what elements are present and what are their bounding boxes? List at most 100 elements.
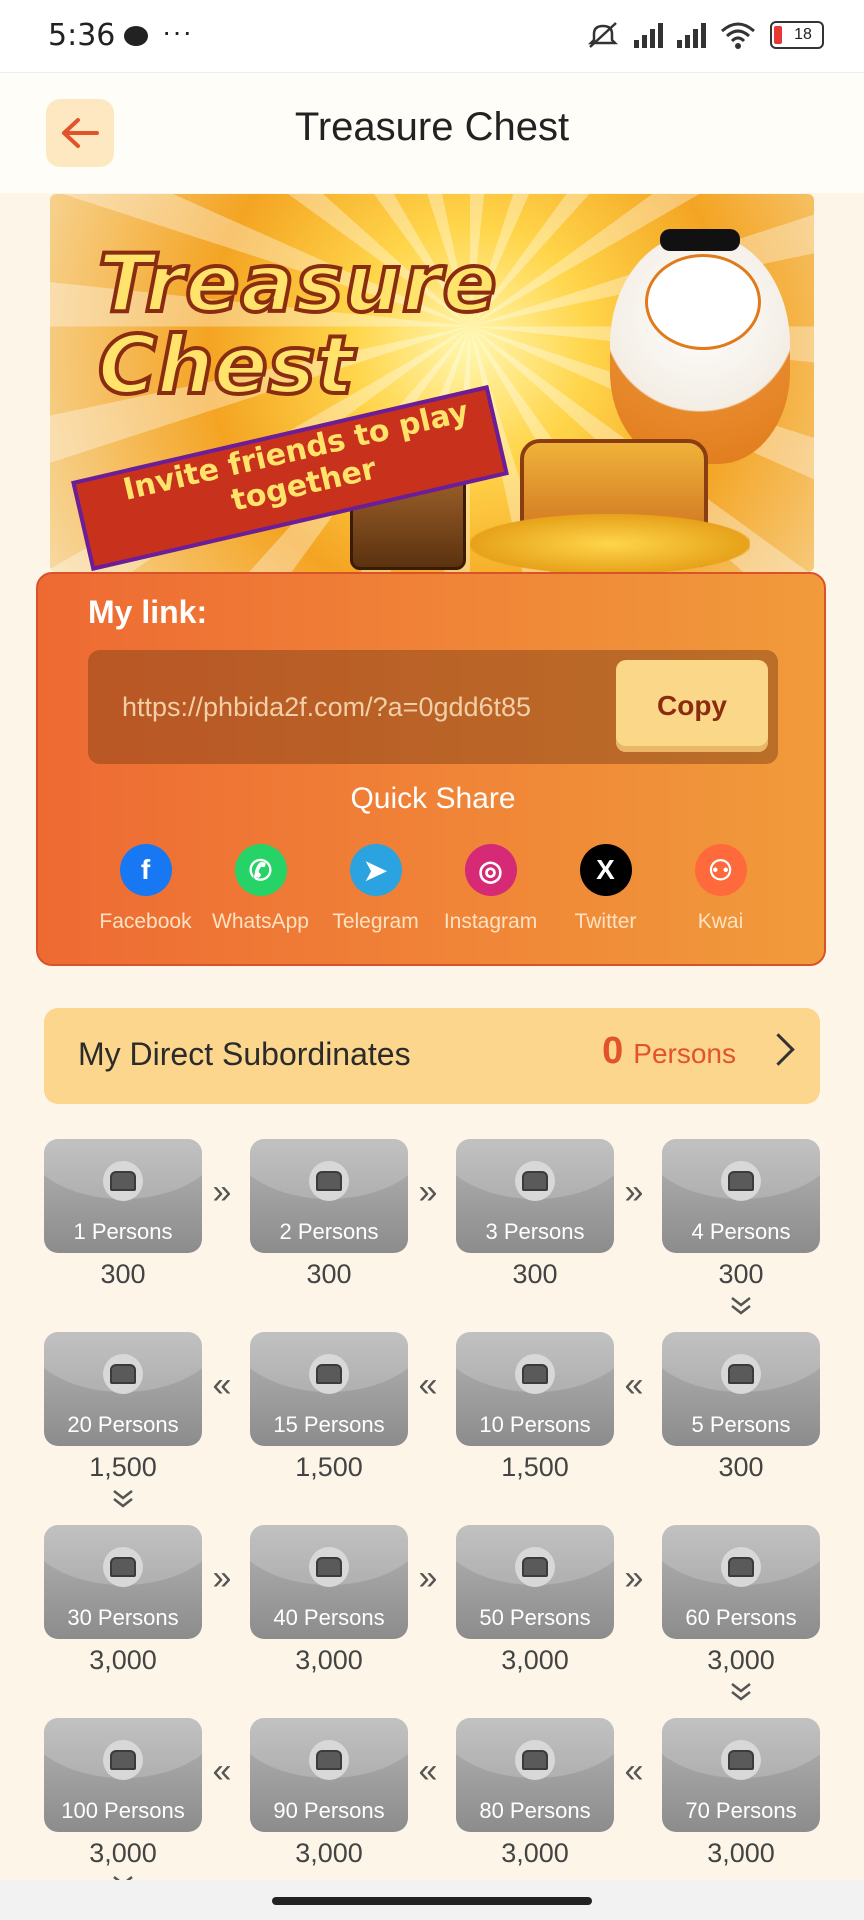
chest-icon — [515, 1161, 555, 1201]
invite-link-url: https://phbida2f.com/?a=0gdd6t85 — [122, 692, 532, 722]
quick-share-label: Quick Share — [350, 782, 516, 815]
reward-chest-tile[interactable]: 100 Persons — [44, 1718, 202, 1832]
chest-icon — [515, 1740, 555, 1780]
status-time: 5:36 — [48, 18, 116, 53]
double-chevron-left-icon: « — [624, 1752, 644, 1790]
double-chevron-left-icon: « — [212, 1752, 232, 1790]
chest-icon — [309, 1547, 349, 1587]
reward-chest-tile[interactable]: 40 Persons — [250, 1525, 408, 1639]
reward-amount: 3,000 — [707, 1645, 775, 1675]
double-chevron-left-icon: « — [418, 1752, 438, 1790]
subordinates-count: 0 Persons — [602, 1030, 736, 1073]
share-telegram-button[interactable]: ➤ Telegram — [318, 844, 433, 934]
double-chevron-right-icon: » — [418, 1559, 438, 1597]
share-whatsapp-button[interactable]: ✆ WhatsApp — [203, 844, 318, 934]
share-facebook-button[interactable]: f Facebook — [88, 844, 203, 934]
reward-chest-tile[interactable]: 80 Persons — [456, 1718, 614, 1832]
status-bar: 5:36 ··· 18 — [0, 0, 864, 72]
double-chevron-right-icon: » — [212, 1559, 232, 1597]
chest-icon — [309, 1354, 349, 1394]
app-header: Treasure Chest — [0, 72, 864, 193]
promo-banner: Treasure Chest Invite friends to play to… — [50, 194, 814, 572]
chest-icon — [103, 1161, 143, 1201]
direct-subordinates-row[interactable]: My Direct Subordinates 0 Persons — [44, 1008, 820, 1104]
reward-chest-tile[interactable]: 15 Persons — [250, 1332, 408, 1446]
reward-chest-tile[interactable]: 1 Persons — [44, 1139, 202, 1253]
reward-persons-label: 5 Persons — [691, 1412, 791, 1437]
battery-level: 18 — [794, 26, 812, 43]
home-indicator[interactable] — [272, 1897, 592, 1905]
reward-persons-label: 50 Persons — [479, 1605, 591, 1630]
reward-chest-tile[interactable]: 30 Persons — [44, 1525, 202, 1639]
reward-amount: 3,000 — [295, 1645, 363, 1675]
reward-chest-tile[interactable]: 90 Persons — [250, 1718, 408, 1832]
my-link-label: My link: — [88, 594, 208, 630]
signal-2-icon — [677, 22, 706, 48]
reward-chest-tile[interactable]: 2 Persons — [250, 1139, 408, 1253]
share-label: Instagram — [443, 910, 538, 933]
reward-chest-tile[interactable]: 5 Persons — [662, 1332, 820, 1446]
page-title: Treasure Chest — [294, 105, 570, 149]
battery-icon: 18 — [770, 21, 824, 49]
chevron-right-icon — [762, 1033, 795, 1066]
reward-amount: 1,500 — [501, 1452, 569, 1482]
double-chevron-left-icon: « — [212, 1366, 232, 1404]
double-chevron-left-icon: « — [624, 1366, 644, 1404]
reward-persons-label: 2 Persons — [279, 1219, 379, 1244]
telegram-icon: ➤ — [349, 844, 402, 896]
share-label: Kwai — [697, 910, 744, 933]
reward-amount: 3,000 — [89, 1838, 157, 1868]
reward-amount: 300 — [718, 1259, 764, 1289]
reward-amount: 1,500 — [295, 1452, 363, 1482]
share-kwai-button[interactable]: ⚇ Kwai — [663, 844, 778, 934]
kwai-icon: ⚇ — [694, 844, 747, 896]
share-twitter-button[interactable]: X Twitter — [548, 844, 663, 934]
reward-chest-tile[interactable]: 50 Persons — [456, 1525, 614, 1639]
mute-icon — [587, 22, 619, 48]
reward-chest-tile[interactable]: 60 Persons — [662, 1525, 820, 1639]
banner-title-line2: Chest — [96, 319, 356, 412]
chest-icon — [103, 1740, 143, 1780]
reward-persons-label: 15 Persons — [273, 1412, 385, 1437]
reward-persons-label: 80 Persons — [479, 1798, 591, 1823]
share-options: f Facebook ✆ WhatsApp ➤ Telegram ◎ Instagram X Tw… — [88, 844, 778, 934]
reward-amount: 300 — [306, 1259, 352, 1289]
share-label: WhatsApp — [212, 910, 309, 933]
subordinates-count-unit: Persons — [633, 1038, 736, 1069]
double-chevron-right-icon: » — [624, 1173, 644, 1211]
message-icon — [124, 26, 148, 46]
reward-persons-label: 4 Persons — [691, 1219, 791, 1244]
reward-chest-tile[interactable]: 4 Persons — [662, 1139, 820, 1253]
x-icon: X — [579, 844, 632, 896]
whatsapp-icon: ✆ — [234, 844, 287, 896]
share-label: Facebook — [99, 910, 192, 933]
direct-subordinates-label: My Direct Subordinates — [78, 1036, 411, 1072]
instagram-icon: ◎ — [464, 844, 517, 896]
reward-chest-tile[interactable]: 10 Persons — [456, 1332, 614, 1446]
reward-chest-tile[interactable]: 3 Persons — [456, 1139, 614, 1253]
reward-amount: 3,000 — [501, 1838, 569, 1868]
reward-amount: 3,000 — [89, 1645, 157, 1675]
reward-persons-label: 3 Persons — [485, 1219, 585, 1244]
chest-icon — [721, 1354, 761, 1394]
chest-icon — [721, 1740, 761, 1780]
reward-persons-label: 40 Persons — [273, 1605, 385, 1630]
signal-1-icon — [634, 22, 663, 48]
chest-icon — [103, 1354, 143, 1394]
more-notifications-icon: ··· — [162, 16, 193, 47]
share-instagram-button[interactable]: ◎ Instagram — [433, 844, 548, 934]
share-label: Twitter — [574, 910, 637, 933]
copy-button[interactable]: Copy — [616, 660, 768, 752]
reward-persons-label: 100 Persons — [61, 1798, 185, 1823]
reward-amount: 3,000 — [295, 1838, 363, 1868]
reward-persons-label: 60 Persons — [685, 1605, 797, 1630]
reward-persons-label: 1 Persons — [73, 1219, 173, 1244]
reward-chest-tile[interactable]: 20 Persons — [44, 1332, 202, 1446]
facebook-icon: f — [119, 844, 172, 896]
reward-amount: 3,000 — [707, 1838, 775, 1868]
double-chevron-down-icon — [44, 1488, 202, 1516]
double-chevron-down-icon — [662, 1681, 820, 1709]
reward-chest-tile[interactable]: 70 Persons — [662, 1718, 820, 1832]
invite-link-field: https://phbida2f.com/?a=0gdd6t85 Copy — [88, 650, 778, 764]
banner-title-line1: Treasure — [96, 237, 499, 330]
